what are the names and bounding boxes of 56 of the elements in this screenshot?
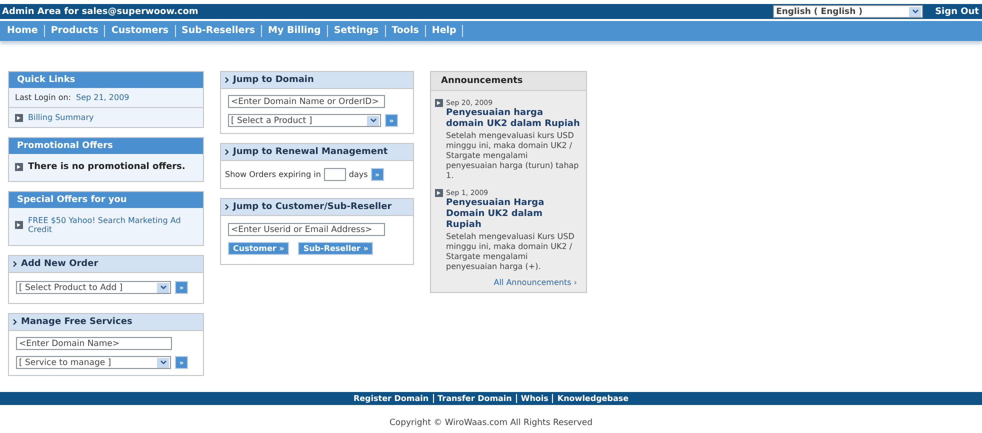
- language-select[interactable]: English ( English ): [773, 5, 924, 18]
- days-label: days: [348, 170, 368, 179]
- sign-out-link[interactable]: Sign Out: [935, 6, 979, 16]
- panel-title: Add New Order: [21, 259, 98, 269]
- nav-link[interactable]: Tools: [386, 25, 426, 37]
- panel-title: Special Offers for you: [9, 192, 203, 208]
- service-select[interactable]: [ Service to manage ]: [16, 356, 171, 369]
- announcement-title[interactable]: Penyesuaian Harga Domain UK2 dalam Rupiah: [446, 198, 580, 231]
- billing-summary-link[interactable]: Billing Summary: [28, 113, 94, 122]
- footer-link[interactable]: Register Domain: [349, 394, 434, 403]
- panel-title: Jump to Renewal Management: [233, 147, 388, 157]
- search-button[interactable]: Customer »: [228, 242, 290, 255]
- search-button[interactable]: Sub-Reseller »: [298, 242, 374, 255]
- promo-text: There is no promotional offers.: [28, 162, 186, 172]
- chevron-icon: [225, 149, 229, 155]
- panel-title: Announcements: [431, 72, 586, 91]
- chevron-icon: [13, 319, 17, 325]
- footer-link[interactable]: Knowledgebase: [553, 394, 633, 403]
- footer-link[interactable]: Whois: [516, 394, 554, 403]
- panel-title: Manage Free Services: [21, 317, 132, 327]
- nav-link[interactable]: Sub-Resellers: [176, 25, 262, 37]
- announcement-title[interactable]: Penyesuaian harga domain UK2 dalam Rupiah: [446, 108, 580, 130]
- bullet-arrow-icon: [15, 163, 23, 171]
- nav-link[interactable]: Home: [1, 25, 45, 37]
- product-select[interactable]: [ Select a Product ]: [228, 114, 381, 127]
- copyright-text: Copyright © WiroWaas.com All Rights Reserved: [389, 418, 593, 428]
- bullet-arrow-icon: [15, 221, 23, 229]
- announcement-text: Setelah mengevaluasi kurs USD minggu ini, maka domain UK2 / Stargate mengalami penyesuaian harga (turun) tahap 1.: [446, 131, 580, 181]
- bullet-arrow-icon: [435, 99, 443, 107]
- nav-link[interactable]: Help: [426, 25, 464, 37]
- domain-input[interactable]: <Enter Domain Name>: [16, 337, 172, 350]
- user-input[interactable]: <Enter Userid or Email Address>: [228, 223, 385, 236]
- bullet-arrow-icon: [15, 114, 23, 122]
- offer-link[interactable]: FREE $50 Yahoo! Search Marketing Ad Credit: [28, 216, 197, 234]
- panel-title: Promotional Offers: [9, 138, 203, 154]
- renewal-label: Show Orders expiring in: [225, 170, 321, 179]
- domain-input[interactable]: <Enter Domain Name or OrderID>: [228, 95, 385, 108]
- footer-link[interactable]: Transfer Domain: [434, 394, 517, 403]
- chevron-icon: [225, 77, 229, 83]
- bullet-arrow-icon: [435, 189, 443, 197]
- panel-title: Jump to Customer/Sub-Reseller: [233, 202, 392, 212]
- last-login-date: Sep 21, 2009: [76, 93, 130, 102]
- all-announcements-link[interactable]: All Announcements ›: [431, 272, 586, 292]
- nav-link[interactable]: My Billing: [262, 25, 328, 37]
- days-input[interactable]: [324, 168, 346, 181]
- panel-title: Jump to Domain: [233, 75, 314, 85]
- nav-link[interactable]: Products: [44, 25, 106, 37]
- admin-title: Admin Area for sales@superwoow.com: [2, 6, 198, 16]
- panel-title: Quick Links: [9, 72, 203, 88]
- chevron-icon: [13, 261, 17, 267]
- nav-link[interactable]: Customers: [105, 25, 176, 37]
- announcement-text: Setelah mengevaluasi Kurs USD minggu ini, maka domain UK2 / Stargate mengalami penyesuaian harga (+).: [446, 232, 576, 272]
- last-login-label: Last Login on:: [15, 93, 71, 102]
- chevron-icon: [225, 204, 229, 210]
- nav-link[interactable]: Settings: [328, 25, 386, 37]
- product-select[interactable]: [ Select Product to Add ]: [16, 281, 171, 294]
